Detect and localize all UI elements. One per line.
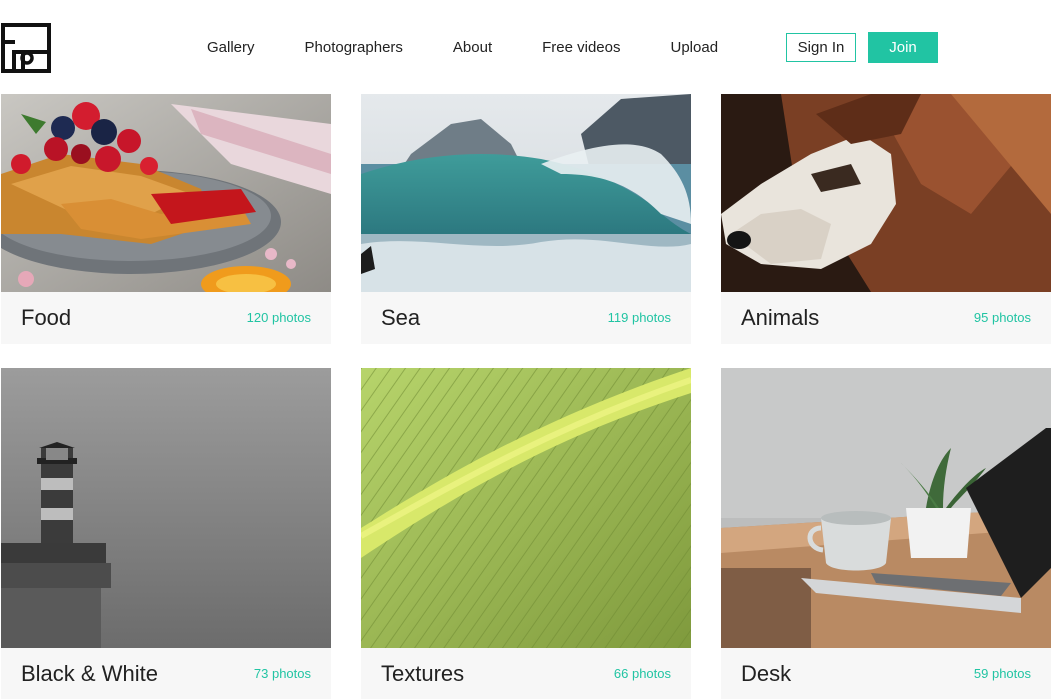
site-header: Gallery Photographers About Free videos … [0, 0, 1052, 94]
sign-in-button[interactable]: Sign In [786, 33, 856, 62]
black-white-caption: Black & White 73 photos [1, 648, 331, 699]
photo-count: 120 photos [246, 310, 311, 325]
category-name: Desk [741, 661, 792, 686]
desk-caption: Desk 59 photos [721, 648, 1051, 699]
photo-count: 73 photos [253, 666, 311, 681]
textures-image[interactable] [361, 368, 691, 648]
category-card-black-white[interactable]: Black & White 73 photos [1, 368, 331, 699]
page: Gallery Photographers About Free videos … [0, 0, 1052, 699]
sea-image[interactable] [361, 94, 691, 292]
category-name: Textures [381, 661, 465, 686]
animals-image[interactable] [721, 94, 1051, 292]
nav-upload[interactable]: Upload [671, 32, 719, 64]
photo-count: 59 photos [973, 666, 1031, 681]
category-name: Black & White [21, 661, 158, 686]
photo-count: 66 photos [613, 666, 671, 681]
food-image[interactable] [1, 94, 331, 292]
textures-caption: Textures 66 photos [361, 648, 691, 699]
category-card-textures[interactable]: Textures 66 photos [361, 368, 691, 699]
logo-icon[interactable] [0, 22, 52, 74]
nav-photographers[interactable]: Photographers [305, 32, 403, 64]
category-name: Food [21, 305, 72, 330]
category-card-sea[interactable]: Sea 119 photos [361, 94, 691, 344]
category-name: Animals [741, 305, 820, 330]
desk-image[interactable] [721, 368, 1051, 648]
food-caption: Food 120 photos [1, 292, 331, 344]
black-white-image[interactable] [1, 368, 331, 648]
category-card-desk[interactable]: Desk 59 photos [721, 368, 1051, 699]
nav-free-videos[interactable]: Free videos [542, 32, 620, 64]
nav-about[interactable]: About [453, 32, 492, 64]
category-card-food[interactable]: Food 120 photos [1, 94, 331, 344]
main-nav: Gallery Photographers About Free videos … [207, 32, 718, 64]
category-name: Sea [381, 305, 421, 330]
animals-caption: Animals 95 photos [721, 292, 1051, 344]
photo-count: 119 photos [607, 310, 671, 325]
category-card-animals[interactable]: Animals 95 photos [721, 94, 1051, 344]
nav-gallery[interactable]: Gallery [207, 32, 255, 64]
sea-caption: Sea 119 photos [361, 292, 691, 344]
join-button[interactable]: Join [868, 32, 938, 63]
photo-count: 95 photos [973, 310, 1031, 325]
